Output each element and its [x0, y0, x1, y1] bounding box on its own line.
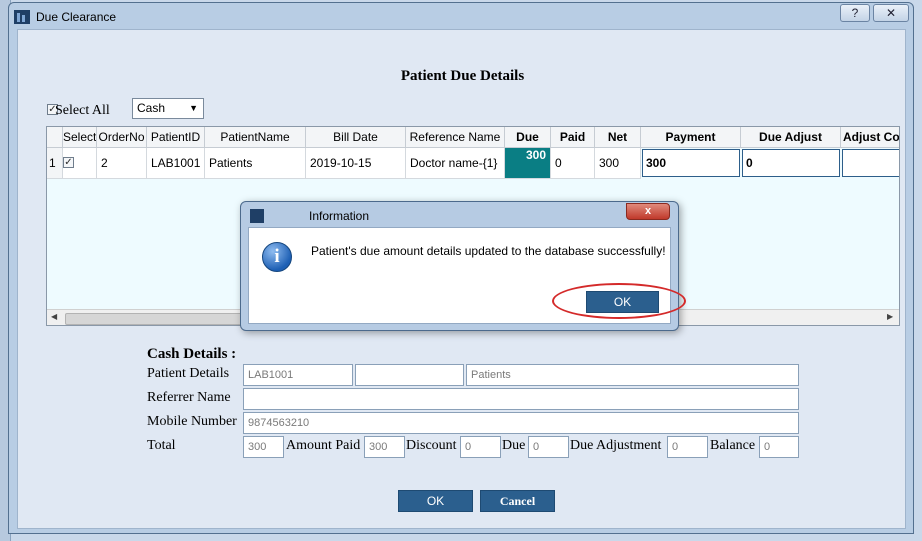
paid-cell: 0	[551, 148, 595, 179]
info-icon: i	[262, 242, 292, 272]
due-adjustment-field[interactable]: 0	[667, 436, 708, 458]
row-select-checkbox[interactable]: ✓	[63, 157, 74, 168]
balance-field[interactable]: 0	[759, 436, 799, 458]
cash-details-title: Cash Details :	[147, 346, 237, 362]
total-label: Total	[147, 438, 176, 453]
row-index: 1	[47, 148, 63, 179]
column-header[interactable]: Select	[63, 127, 97, 148]
select-all-label: Select All	[55, 103, 110, 118]
column-header[interactable]: Payment	[641, 127, 741, 148]
column-header[interactable]: Bill Date	[306, 127, 406, 148]
discount-field[interactable]: 0	[460, 436, 501, 458]
row-select-cell: ✓	[63, 148, 97, 179]
total-field[interactable]: 300	[243, 436, 284, 458]
column-header[interactable]: Reference Name	[406, 127, 505, 148]
mobile-number-field[interactable]: 9874563210	[243, 412, 799, 434]
patient-id-field[interactable]: LAB1001	[243, 364, 353, 386]
column-header[interactable]: OrderNo	[97, 127, 147, 148]
chevron-down-icon: ▼	[189, 103, 198, 113]
scroll-right-icon[interactable]: ▶	[887, 312, 893, 321]
close-window-button[interactable]: ✕	[873, 4, 909, 22]
due-label: Due	[502, 438, 526, 453]
highlight-ring	[552, 283, 686, 319]
app-icon	[14, 10, 30, 24]
due-field[interactable]: 0	[528, 436, 569, 458]
due-adjustment-label: Due Adjustment	[570, 438, 662, 453]
patient-extra-field[interactable]	[355, 364, 464, 386]
payment-mode-value: Cash	[137, 101, 166, 115]
column-header[interactable]: Due Adjust	[741, 127, 841, 148]
dialog-title: Information	[309, 209, 370, 223]
ok-button[interactable]: OK	[398, 490, 473, 512]
patient-name-field[interactable]: Patients	[466, 364, 799, 386]
dialog-message: Patient's due amount details updated to …	[311, 244, 666, 258]
adjust-con-input[interactable]	[842, 149, 899, 177]
mobile-number-label: Mobile Number	[147, 414, 237, 429]
column-header[interactable]: Paid	[551, 127, 595, 148]
dialog-body: i Patient's due amount details updated t…	[248, 227, 686, 324]
title-bar: Due Clearance ? ✕	[9, 3, 913, 29]
order-no-cell: 2	[97, 148, 147, 179]
due-adjust-input[interactable]: 0	[742, 149, 840, 177]
payment-mode-select[interactable]: Cash ▼	[132, 98, 204, 119]
column-header[interactable]: Net	[595, 127, 641, 148]
patient-id-cell: LAB1001	[147, 148, 205, 179]
reference-name-cell: Doctor name-{1}	[406, 148, 505, 179]
window-title: Due Clearance	[36, 10, 117, 24]
column-header[interactable]: Adjust Con	[841, 127, 899, 148]
dialog-app-icon	[250, 209, 264, 223]
discount-label: Discount	[406, 438, 457, 453]
page-title: Patient Due Details	[400, 68, 525, 84]
row-header-corner	[47, 127, 63, 148]
dialog-close-button[interactable]: x	[626, 203, 670, 220]
information-dialog: Information x i Patient's due amount det…	[240, 201, 686, 331]
column-header[interactable]: Due	[505, 127, 551, 148]
due-cell: 300	[505, 148, 551, 179]
column-header[interactable]: PatientID	[147, 127, 205, 148]
referrer-name-field[interactable]	[243, 388, 799, 410]
help-button[interactable]: ?	[840, 4, 870, 22]
amount-paid-field[interactable]: 300	[364, 436, 405, 458]
patient-name-cell: Patients	[205, 148, 306, 179]
cancel-button[interactable]: Cancel	[480, 490, 555, 512]
bill-date-cell: 2019-10-15	[306, 148, 406, 179]
balance-label: Balance	[710, 438, 756, 453]
column-header[interactable]: PatientName	[205, 127, 306, 148]
net-cell: 300	[595, 148, 641, 179]
scroll-left-icon[interactable]: ◀	[51, 312, 57, 321]
payment-input[interactable]: 300	[642, 149, 740, 177]
patient-details-label: Patient Details	[147, 366, 230, 381]
referrer-name-label: Referrer Name	[147, 390, 231, 405]
amount-paid-label: Amount Paid	[286, 438, 361, 453]
